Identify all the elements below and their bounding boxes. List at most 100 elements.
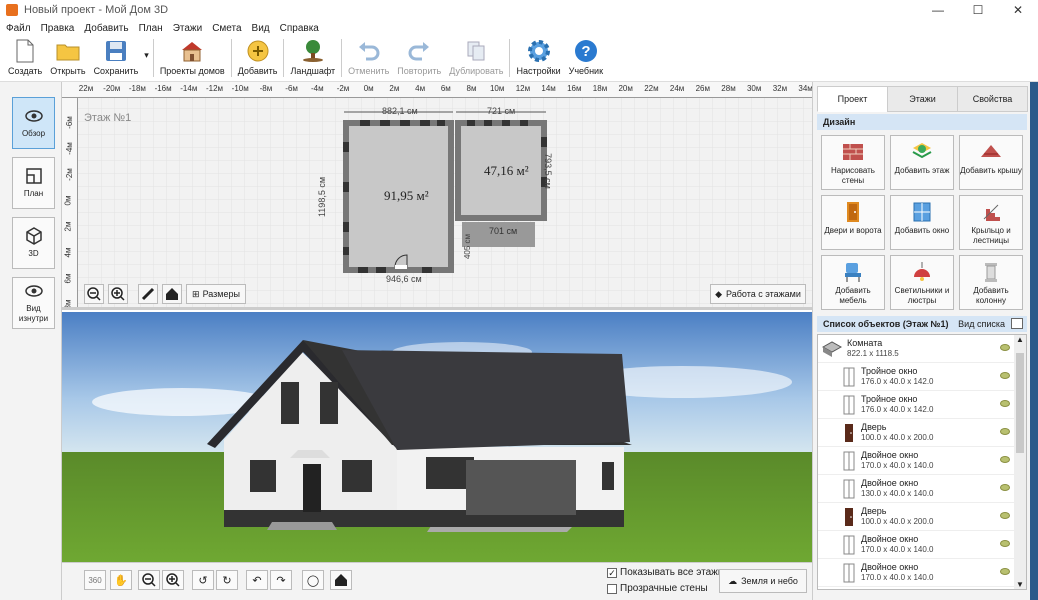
list-item[interactable]: Двойное окно 170.0 x 40.0 x 140.0 [818, 531, 1016, 559]
undo-button[interactable]: Отменить [344, 36, 393, 76]
overview-view-button[interactable]: Обзор [12, 97, 55, 149]
add-floor-button[interactable]: Добавить этаж [890, 135, 954, 190]
visibility-eye-icon[interactable] [1000, 484, 1010, 491]
plan-view[interactable]: 22м -20м -18м -16м -14м -12м -10м -8м -6м -4м -2м 0… [62, 82, 812, 310]
redo-button[interactable]: Повторить [393, 36, 445, 76]
list-item[interactable]: Комната 822.1 x 1118.5 [818, 335, 1016, 363]
floors-work-button[interactable]: ◆ Работа с этажами [710, 284, 806, 304]
save-button[interactable]: Сохранить [90, 36, 143, 76]
object-name: Тройное окно [861, 366, 918, 376]
3d-view-button[interactable]: 3D [12, 217, 55, 269]
visibility-eye-icon[interactable] [1000, 456, 1010, 463]
draw-walls-label: Нарисовать стены [831, 166, 875, 185]
add-button[interactable]: Добавить [234, 36, 282, 76]
zoom-out-button[interactable] [84, 284, 104, 304]
floors-work-label: Работа с этажами [726, 289, 801, 299]
ground-sky-button[interactable]: ☁ Земля и небо [719, 569, 807, 593]
scroll-down-icon: ▼ [1016, 580, 1024, 589]
save-dropdown[interactable]: ▾ [142, 36, 151, 61]
porch-stairs-button[interactable]: Крыльцо и лестницы [959, 195, 1023, 250]
menu-view[interactable]: Вид [252, 23, 270, 34]
menu-file[interactable]: Файл [6, 23, 31, 34]
menu-edit[interactable]: Правка [41, 23, 75, 34]
visibility-eye-icon[interactable] [1000, 540, 1010, 547]
menu-floors[interactable]: Этажи [173, 23, 203, 34]
menu-help[interactable]: Справка [280, 23, 319, 34]
add-furniture-button[interactable]: Добавить мебель [821, 255, 885, 310]
eye-icon [24, 282, 43, 300]
visibility-eye-icon[interactable] [1000, 512, 1010, 519]
zoom-in-3d-button[interactable] [162, 570, 184, 590]
list-view-icon[interactable] [1011, 318, 1023, 329]
list-item[interactable]: Тройное окно 176.0 x 40.0 x 142.0 [818, 363, 1016, 391]
add-column-button[interactable]: Добавить колонну [959, 255, 1023, 310]
landscape-button[interactable]: Ландшафт [286, 36, 339, 76]
tutorial-label: Учебник [568, 66, 604, 76]
tab-floors[interactable]: Этажи [887, 86, 958, 112]
tab-properties[interactable]: Свойства [957, 86, 1028, 112]
add-window-label: Добавить окно [894, 226, 950, 235]
list-item[interactable]: Двойное окно 170.0 x 40.0 x 140.0 [818, 559, 1016, 587]
add-window-button[interactable]: Добавить окно [890, 195, 954, 250]
list-view-label[interactable]: Вид списка [958, 319, 1005, 329]
create-button[interactable]: Создать [4, 36, 46, 76]
add-roof-button[interactable]: Добавить крышу [959, 135, 1023, 190]
tilt-down-button[interactable]: ↷ [270, 570, 292, 590]
menu-estimate[interactable]: Смета [212, 23, 241, 34]
zoom-out-3d-button[interactable] [138, 570, 160, 590]
tilt-up-button[interactable]: ↶ [246, 570, 268, 590]
visibility-eye-icon[interactable] [1000, 372, 1010, 379]
visibility-eye-icon[interactable] [1000, 428, 1010, 435]
show-all-floors-checkbox[interactable]: ✓ Показывать все этажи [607, 567, 723, 578]
lights-button[interactable]: Светильники и люстры [890, 255, 954, 310]
sizes-button[interactable]: ⊞ Размеры [186, 284, 246, 304]
list-item[interactable]: Дверь 100.0 x 40.0 x 200.0 [818, 419, 1016, 447]
tutorial-button[interactable]: ? Учебник [565, 36, 607, 76]
draw-walls-button[interactable]: Нарисовать стены [821, 135, 885, 190]
tilt-up-icon: ↶ [252, 574, 262, 587]
home-button[interactable] [162, 284, 182, 304]
redo-label: Повторить [397, 66, 442, 76]
close-button[interactable]: ✕ [998, 0, 1038, 20]
maximize-button[interactable]: ☐ [958, 0, 998, 20]
settings-button[interactable]: Настройки [512, 36, 564, 76]
object-list-scrollbar[interactable]: ▲ ▼ [1014, 335, 1026, 589]
list-item[interactable]: Дверь 100.0 x 40.0 x 200.0 [818, 503, 1016, 531]
object-name: Дверь [861, 422, 887, 432]
minimize-button[interactable]: — [918, 0, 958, 20]
list-item[interactable]: Двойное окно 130.0 x 40.0 x 140.0 [818, 475, 1016, 503]
duplicate-button[interactable]: Дублировать [445, 36, 507, 76]
app-icon [6, 4, 18, 16]
visibility-eye-icon[interactable] [1000, 568, 1010, 575]
pan-button[interactable]: ✋ [110, 570, 132, 590]
home-3d-button[interactable] [330, 570, 352, 590]
object-dimensions: 170.0 x 40.0 x 140.0 [861, 545, 934, 554]
object-list-header: Список объектов (Этаж №1) Вид списка [817, 316, 1027, 332]
tab-project[interactable]: Проект [817, 86, 888, 112]
eye-icon [24, 107, 43, 125]
light-button[interactable]: ◯ [302, 570, 324, 590]
house-projects-button[interactable]: Проекты домов [156, 36, 229, 76]
list-item[interactable]: Тройное окно 176.0 x 40.0 x 142.0 [818, 391, 1016, 419]
measure-button[interactable] [138, 284, 158, 304]
window-icon [843, 535, 855, 554]
floor-plan-drawing[interactable] [62, 82, 812, 310]
plan-view-button[interactable]: План [12, 157, 55, 209]
menu-plan[interactable]: План [139, 23, 163, 34]
3d-view[interactable] [62, 312, 812, 562]
visibility-eye-icon[interactable] [1000, 400, 1010, 407]
list-item[interactable]: Двойное окно 170.0 x 40.0 x 140.0 [818, 447, 1016, 475]
zoom-in-button[interactable] [108, 284, 128, 304]
doors-gates-button[interactable]: Двери и ворота [821, 195, 885, 250]
help-icon: ? [573, 38, 599, 64]
menu-add[interactable]: Добавить [84, 23, 128, 34]
rotate-right-button[interactable]: ↻ [216, 570, 238, 590]
visibility-eye-icon[interactable] [1000, 344, 1010, 351]
open-button[interactable]: Открыть [46, 36, 89, 76]
scrollbar-thumb[interactable] [1016, 353, 1024, 453]
transparent-walls-checkbox[interactable]: Прозрачные стены [607, 583, 708, 594]
rotate-left-button[interactable]: ↺ [192, 570, 214, 590]
rotate-360-button[interactable]: 360 [84, 570, 106, 590]
inside-view-button[interactable]: Вид изнутри [12, 277, 55, 329]
object-list[interactable]: Комната 822.1 x 1118.5 Тройное окно 176.0 … [817, 334, 1027, 590]
